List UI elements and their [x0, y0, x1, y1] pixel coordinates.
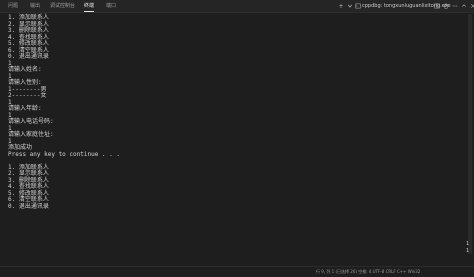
- status-bar-text[interactable]: 行 9, 列 1 (已选择 26) 空格: 4 UTF-8 CRLF C++ W…: [316, 269, 420, 275]
- chevron-down-icon[interactable]: [346, 0, 354, 12]
- terminal-actions: [432, 0, 474, 12]
- tab-terminal[interactable]: 终端: [84, 1, 95, 12]
- close-icon[interactable]: [468, 0, 474, 12]
- tab-debug-console[interactable]: 调试控制台: [50, 1, 75, 11]
- tab-ports[interactable]: 端口: [106, 1, 116, 11]
- status-bar: 行 9, 列 1 (已选择 26) 空格: 4 UTF-8 CRLF C++ W…: [0, 266, 474, 277]
- split-terminal-icon[interactable]: [432, 0, 441, 12]
- side-number: 1: [465, 241, 469, 247]
- panel-tab-bar: 问题 输出 调试控制台 终端 端口 + cppdbg: tongxunlugua…: [0, 0, 474, 13]
- terminal-scrollbar[interactable]: [468, 14, 472, 254]
- side-number: 1: [465, 248, 469, 254]
- trash-icon[interactable]: [441, 0, 450, 12]
- tab-output[interactable]: 输出: [30, 1, 40, 11]
- terminal-line: 0. 退出通讯录: [8, 202, 49, 210]
- terminal-output[interactable]: 1. 添加联系人 2. 显示联系人 3. 删除联系人 4. 查找联系人 5. 修改联系人…: [8, 14, 448, 245]
- terminal-side-numbers: 1 1: [459, 241, 469, 255]
- terminal-icon: [354, 0, 362, 12]
- maximize-icon[interactable]: [459, 0, 468, 12]
- plus-icon[interactable]: +: [336, 0, 346, 12]
- ellipsis-icon[interactable]: [450, 0, 459, 12]
- tab-problems[interactable]: 问题: [8, 1, 18, 11]
